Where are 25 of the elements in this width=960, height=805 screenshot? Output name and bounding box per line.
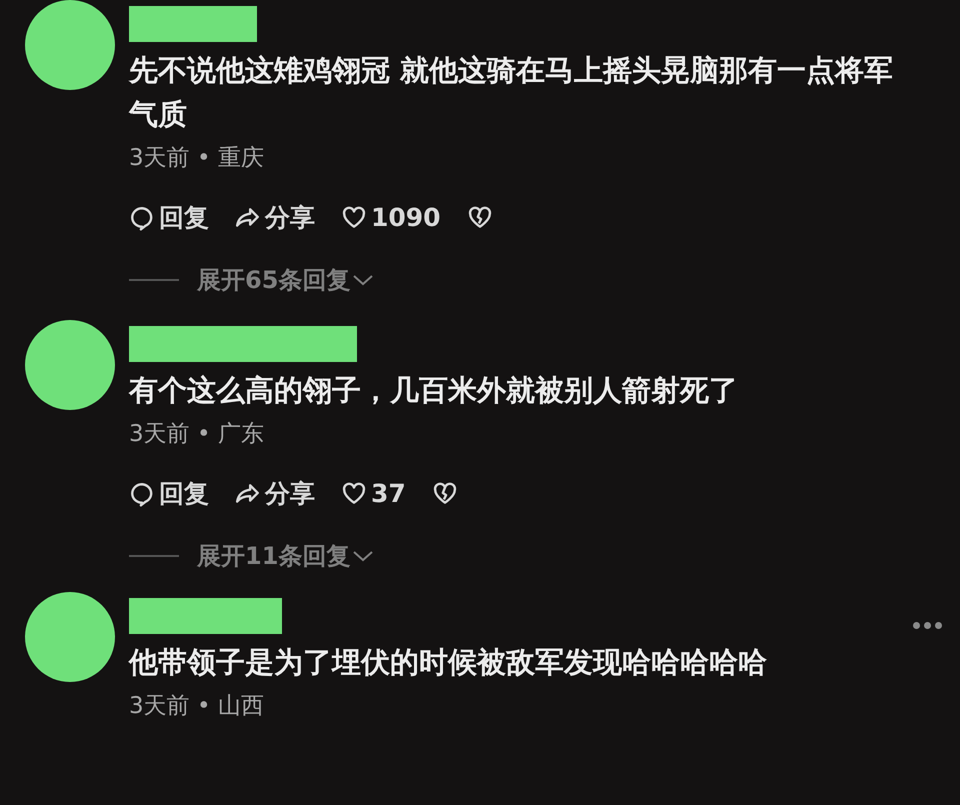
comment-meta: 3天前 • 山西 bbox=[129, 692, 265, 721]
heart-icon[interactable] bbox=[341, 481, 367, 507]
more-icon[interactable] bbox=[913, 622, 942, 629]
broken-heart-icon bbox=[432, 481, 458, 507]
comment-meta: 3天前 • 重庆 bbox=[129, 144, 265, 173]
share-button[interactable]: 分享 bbox=[235, 475, 315, 513]
comment-text: 他带领子是为了埋伏的时候被敌军发现哈哈哈哈哈 bbox=[129, 644, 768, 681]
like-button[interactable]: 37 bbox=[341, 475, 406, 513]
chevron-down-icon bbox=[352, 549, 374, 563]
comment-icon[interactable] bbox=[129, 205, 155, 231]
comment-text: 先不说他这雉鸡翎冠 就他这骑在马上摇头晃脑那有一点将军气质 bbox=[129, 52, 894, 133]
reply-button[interactable]: 回复 bbox=[129, 475, 209, 513]
dislike-button[interactable] bbox=[466, 205, 493, 231]
expand-replies-link[interactable]: 展开11条回复 bbox=[197, 538, 374, 574]
comment-text: 有个这么高的翎子，几百米外就被别人箭射死了 bbox=[129, 372, 739, 409]
reply-button[interactable]: 回复 bbox=[129, 199, 209, 237]
expand-replies-link[interactable]: 展开65条回复 bbox=[197, 262, 374, 298]
like-button[interactable]: 1090 bbox=[341, 199, 441, 237]
comment-meta: 3天前 • 广东 bbox=[129, 420, 265, 449]
heart-icon[interactable] bbox=[341, 205, 367, 231]
chevron-down-icon bbox=[352, 273, 374, 287]
broken-heart-icon bbox=[466, 205, 493, 231]
share-button[interactable]: 分享 bbox=[235, 199, 315, 237]
dislike-button[interactable] bbox=[432, 481, 458, 507]
comment-icon[interactable] bbox=[129, 481, 155, 507]
